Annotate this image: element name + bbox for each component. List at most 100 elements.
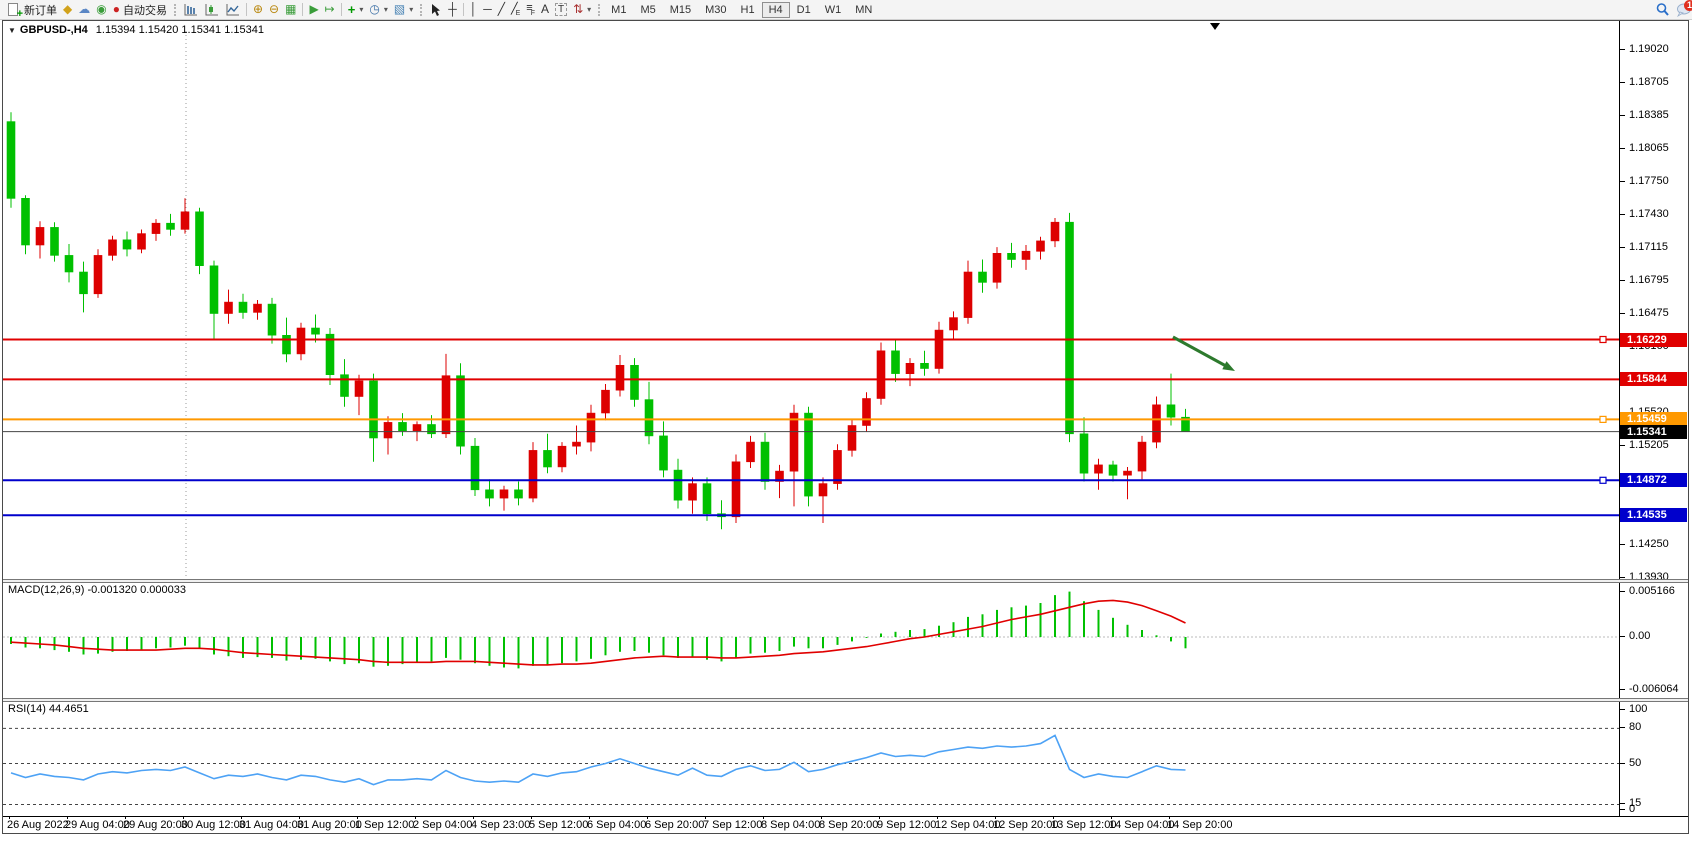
macd-scale-label: -0.006064: [1620, 683, 1679, 696]
candle-body: [834, 450, 842, 483]
date-label: 29 Aug 20:00: [123, 819, 188, 831]
candle-body: [906, 363, 914, 373]
text-button[interactable]: A: [538, 1, 552, 18]
community-icon: ☁: [78, 2, 90, 17]
new-order-icon: +: [6, 2, 21, 17]
text-label-button[interactable]: T: [552, 1, 570, 18]
mql5-community-button[interactable]: ☁: [75, 1, 93, 18]
price-line-label: 1.15341: [1620, 425, 1687, 439]
toolbar-separator: [463, 3, 464, 16]
price-tick: 1.19020: [1620, 43, 1669, 56]
search-button[interactable]: [1652, 1, 1673, 18]
horizontal-line-icon: ─: [483, 2, 492, 17]
vertical-line-button[interactable]: │: [467, 1, 481, 18]
candle-body: [1153, 405, 1161, 442]
autotrading-icon: ●: [113, 2, 120, 17]
line-handle[interactable]: [1600, 477, 1606, 483]
tab-timeframe-M5[interactable]: M5: [633, 2, 662, 18]
indicators-button[interactable]: +▾: [345, 1, 367, 18]
time-axis[interactable]: 26 Aug 202229 Aug 04:0029 Aug 20:0030 Au…: [3, 818, 1619, 833]
candle-body: [1022, 251, 1030, 259]
candle-body: [645, 400, 653, 436]
arrow-annotation[interactable]: [1173, 337, 1226, 366]
tab-timeframe-M15[interactable]: M15: [663, 2, 698, 18]
arrows-button[interactable]: ⇅▾: [570, 1, 594, 18]
bar-chart-mode-button[interactable]: [180, 1, 201, 18]
price-tick: 1.17115: [1620, 241, 1668, 254]
line-handle[interactable]: [1600, 416, 1606, 422]
candle-body: [283, 335, 291, 354]
chat-button[interactable]: 1: [1673, 1, 1692, 18]
clock-icon: ◷: [369, 2, 379, 17]
bar-chart-icon: [183, 3, 198, 17]
price-tick: 1.18705: [1620, 76, 1669, 89]
price-tick: 1.14250: [1620, 538, 1669, 551]
candle-body: [587, 413, 595, 442]
candle-body: [22, 198, 30, 245]
tab-timeframe-D1[interactable]: D1: [790, 2, 818, 18]
date-label: 29 Aug 04:00: [65, 819, 130, 831]
horizontal-line-button[interactable]: ─: [480, 1, 495, 18]
tab-timeframe-M30[interactable]: M30: [698, 2, 733, 18]
tab-timeframe-H4[interactable]: H4: [762, 2, 790, 18]
templates-icon: ▧: [394, 2, 405, 17]
price-tick: 1.17430: [1620, 208, 1669, 221]
candle-body: [500, 490, 508, 498]
line-handle[interactable]: [1600, 337, 1606, 343]
rsi-line: [11, 735, 1186, 784]
zoom-out-button[interactable]: ⊖: [266, 1, 282, 18]
chevron-down-icon: ▾: [587, 5, 591, 14]
candle-body: [210, 266, 218, 314]
chart-window-gbpusd[interactable]: ▼GBPUSD-,H41.15394 1.15420 1.15341 1.153…: [2, 20, 1689, 834]
date-label: 9 Sep 12:00: [877, 819, 936, 831]
crosshair-icon: ┼: [448, 2, 457, 17]
crosshair-button[interactable]: ┼: [445, 1, 460, 18]
date-label: 8 Sep 20:00: [819, 819, 878, 831]
tab-timeframe-MN[interactable]: MN: [848, 2, 879, 18]
auto-scroll-button[interactable]: ▶: [306, 1, 321, 18]
macd-panel-separator[interactable]: [3, 579, 1688, 583]
tab-timeframe-W1[interactable]: W1: [818, 2, 849, 18]
candle-body: [181, 212, 189, 230]
line-chart-mode-button[interactable]: [222, 1, 243, 18]
candle-body: [689, 484, 697, 501]
tile-windows-button[interactable]: ▦: [282, 1, 299, 18]
candle-body: [892, 351, 900, 374]
zoom-in-button[interactable]: ⊕: [250, 1, 266, 18]
new-order-button[interactable]: +新订单: [3, 1, 60, 18]
auto-scroll-icon: ▶: [309, 2, 318, 17]
arrow-annotation-head[interactable]: [1222, 361, 1235, 371]
price-axis[interactable]: 1.190201.187051.183851.180651.177501.174…: [1619, 21, 1688, 816]
macd-scale-label: 0.00: [1620, 630, 1650, 643]
metaeditor-button[interactable]: ◆: [60, 1, 75, 18]
candle-body: [805, 413, 813, 496]
date-label: 13 Sep 12:00: [1051, 819, 1116, 831]
candle-body: [341, 375, 349, 397]
periods-button[interactable]: ◷▾: [366, 1, 391, 18]
zoom-in-icon: ⊕: [253, 2, 263, 17]
chart-shift-marker[interactable]: [1210, 23, 1220, 30]
signals-button[interactable]: ◉: [93, 1, 109, 18]
rsi-indicator-label: RSI(14) 44.4651: [8, 703, 89, 715]
templates-button[interactable]: ▧▾: [391, 1, 416, 18]
equidistant-channel-button[interactable]: ╱E: [508, 1, 523, 18]
candle-body: [36, 227, 44, 245]
autotrading-button[interactable]: ●自动交易: [110, 1, 170, 18]
candle-body: [138, 234, 146, 250]
date-label: 14 Sep 20:00: [1167, 819, 1232, 831]
date-label: 30 Aug 12:00: [181, 819, 246, 831]
trendline-button[interactable]: ╱: [495, 1, 508, 18]
chart-shift-button[interactable]: ↦: [322, 1, 338, 18]
text-label-icon: T: [555, 3, 567, 16]
fibonacci-button[interactable]: ≡F: [523, 1, 538, 18]
candlestick-mode-button[interactable]: [201, 1, 222, 18]
tab-timeframe-H1[interactable]: H1: [734, 2, 762, 18]
tab-timeframe-M1[interactable]: M1: [604, 2, 633, 18]
window-menu-arrow-icon[interactable]: ▼: [8, 26, 16, 35]
cursor-button[interactable]: [426, 1, 445, 18]
chart-shift-icon: ↦: [325, 2, 335, 17]
time-axis-line: [3, 816, 1688, 817]
rsi-panel-separator[interactable]: [3, 698, 1688, 702]
candle-body: [529, 450, 537, 498]
price-line-label: 1.15459: [1620, 412, 1687, 426]
